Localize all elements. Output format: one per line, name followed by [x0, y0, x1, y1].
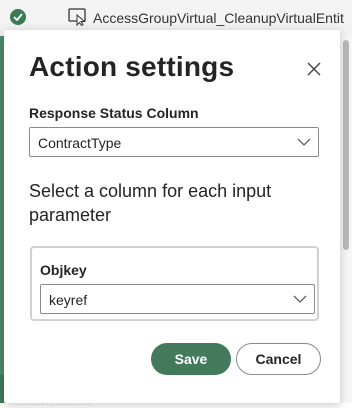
chevron-down-icon [297, 138, 311, 146]
response-status-value: ContractType [38, 135, 122, 151]
response-status-label: Response Status Column [29, 105, 199, 121]
dialog-title: Action settings [29, 51, 235, 82]
parameter-value: keyref [49, 292, 88, 308]
chevron-down-icon [293, 295, 307, 303]
close-icon [307, 62, 321, 76]
parameter-dropdown[interactable]: keyref [40, 284, 315, 314]
status-check-icon [10, 9, 26, 25]
flow-title[interactable]: AccessGroupVirtual_CleanupVirtualEntit [93, 10, 352, 26]
save-button[interactable]: Save [151, 343, 231, 375]
scrollbar-thumb[interactable] [343, 40, 349, 250]
flow-icon [68, 8, 88, 31]
close-button[interactable] [302, 57, 326, 81]
action-settings-panel: Action settings Response Status Column C… [4, 30, 340, 403]
parameter-label: Objkey [40, 262, 87, 278]
cancel-button[interactable]: Cancel [236, 343, 321, 375]
parameter-card: Objkey keyref [30, 246, 319, 321]
input-parameter-instructions: Select a column for each input parameter [29, 181, 272, 225]
response-status-dropdown[interactable]: ContractType [29, 127, 319, 157]
